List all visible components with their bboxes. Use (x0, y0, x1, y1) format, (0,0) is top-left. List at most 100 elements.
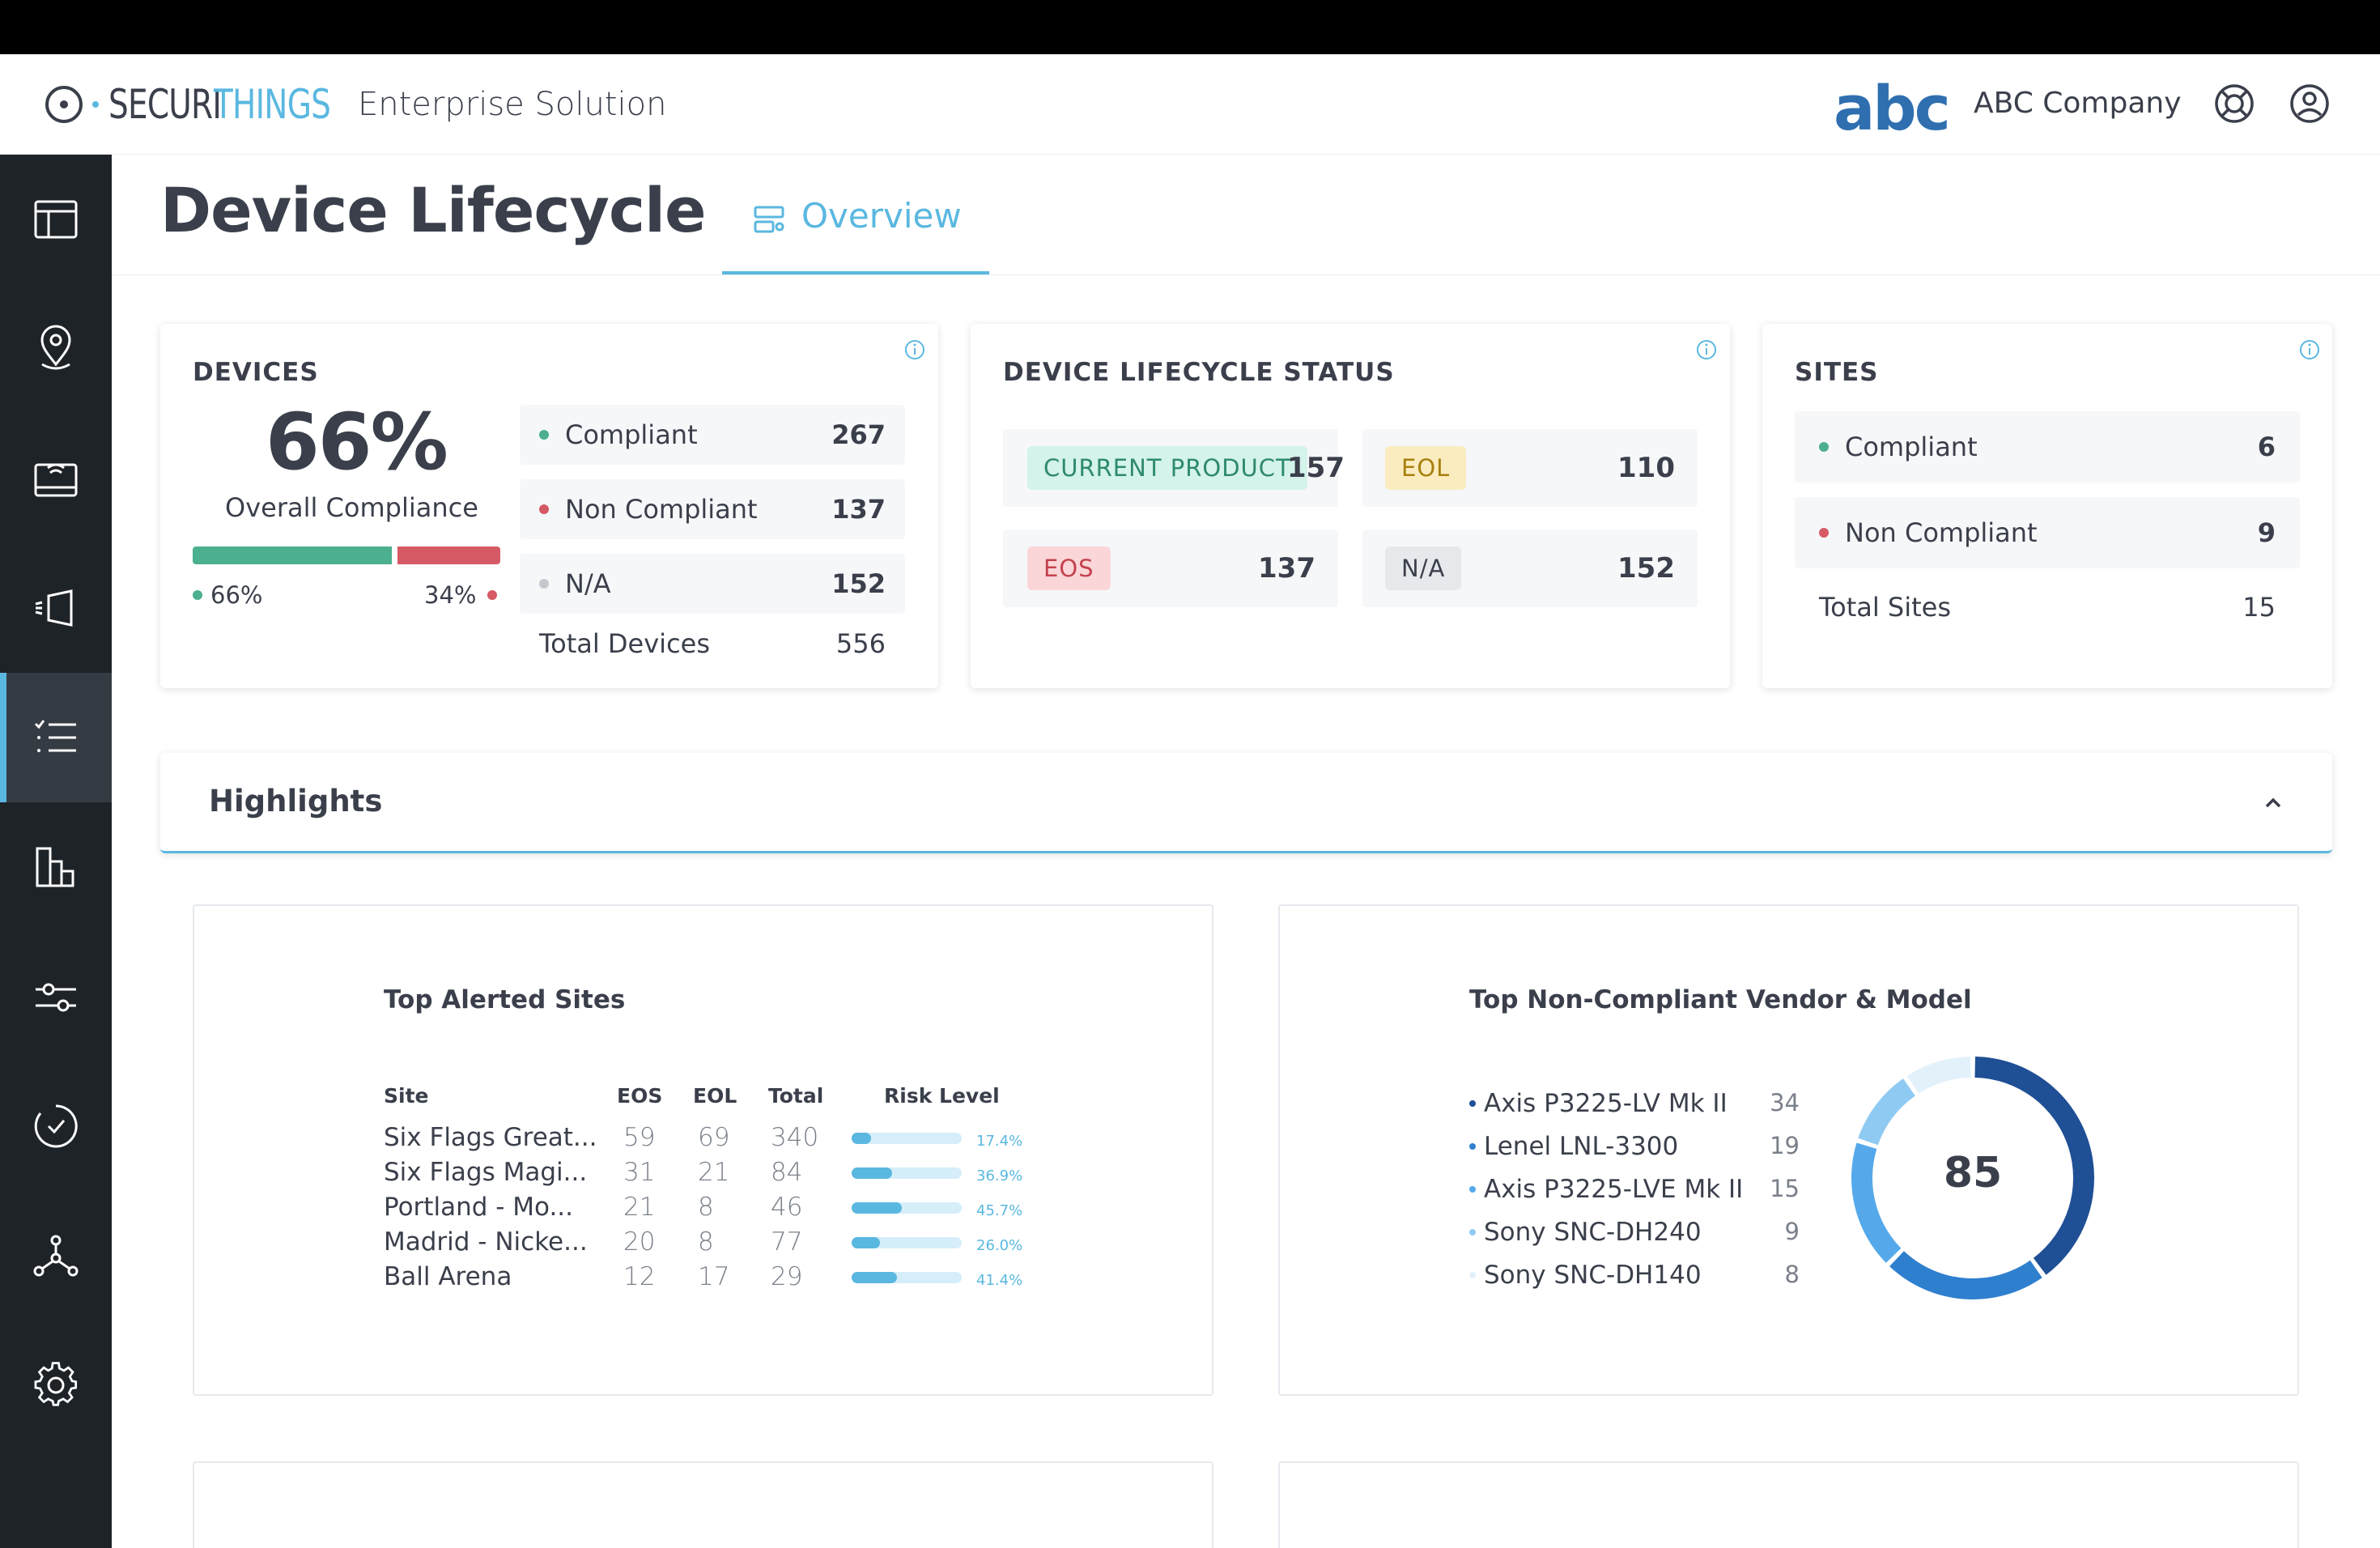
network-icon (33, 1235, 79, 1277)
compliance-bar-non-compliant (397, 546, 500, 564)
non-compliant-dot (487, 590, 498, 600)
row-label: Compliant (1845, 432, 1978, 462)
risk-bar (852, 1237, 962, 1248)
row-label: Compliant (565, 419, 698, 450)
compliant-share-label: 66% (193, 581, 262, 609)
site-name-cell: Six Flags Great... (384, 1123, 597, 1152)
eol-cell: 21 (698, 1158, 730, 1187)
tab-overview[interactable]: Overview (722, 185, 989, 275)
eos-cell: 59 (623, 1123, 656, 1152)
vendor-name: Sony SNC-DH240 (1484, 1218, 1702, 1247)
support-icon[interactable] (2212, 82, 2256, 125)
compliant-dot (193, 590, 202, 600)
device-icon (34, 463, 78, 497)
eos-cell: 20 (623, 1227, 656, 1257)
vendor-legend-item: Sony SNC-DH140 (1469, 1261, 1702, 1290)
lifecycle-item-eol[interactable]: EOL 110 (1362, 429, 1698, 507)
donut-slice (1858, 1078, 1915, 1146)
devices-total-row: Total Devices 556 (539, 623, 905, 664)
user-icon[interactable] (2288, 82, 2331, 125)
sidebar (0, 155, 112, 1548)
risk-percent-label: 26.0% (976, 1237, 1023, 1254)
sidebar-item-devices[interactable] (0, 414, 112, 543)
chevron-up-icon[interactable] (2259, 789, 2287, 816)
sidebar-item-cameras[interactable] (0, 543, 112, 673)
total-cell: 29 (771, 1262, 803, 1291)
risk-bar-fill (852, 1133, 871, 1144)
eol-cell: 17 (698, 1262, 730, 1291)
logo-wordmark: SECURI THINGS (108, 81, 343, 128)
risk-percent-label: 36.9% (976, 1167, 1023, 1184)
status-dot (1819, 528, 1829, 538)
sites-card: SITES Compliant 6 Non Compliant 9 Total … (1762, 324, 2332, 688)
sidebar-item-dashboard[interactable] (0, 155, 112, 284)
highlight-panel-4 (1278, 1461, 2299, 1548)
devices-row-compliant[interactable]: Compliant 267 (520, 405, 905, 465)
vendor-name: Axis P3225-LVE Mk II (1484, 1175, 1744, 1204)
vendor-count: 15 (1770, 1175, 1800, 1202)
compliant-share-value: 66% (210, 581, 263, 609)
lifecycle-item-current-product[interactable]: CURRENT PRODUCT 157 (1003, 429, 1345, 507)
eol-cell: 69 (698, 1123, 730, 1152)
sites-card-title: SITES (1795, 358, 1879, 387)
checklist-icon (34, 720, 76, 752)
row-value: 152 (831, 568, 886, 599)
top-non-compliant-vendor-panel: Top Non-Compliant Vendor & Model Axis P3… (1278, 904, 2299, 1396)
row-value: 137 (831, 494, 886, 525)
sidebar-item-lifecycle[interactable] (0, 673, 112, 802)
site-name-cell: Portland - Mo... (384, 1193, 574, 1222)
risk-percent-label: 41.4% (976, 1272, 1023, 1289)
risk-bar (852, 1202, 962, 1214)
logo-text-things: THINGS (214, 81, 331, 128)
sites-row-non-compliant[interactable]: Non Compliant 9 (1795, 497, 2300, 568)
company-name[interactable]: ABC Company (1974, 87, 2182, 120)
sidebar-item-reports[interactable] (0, 802, 112, 932)
logo-mark-icon (45, 86, 83, 123)
column-header-total: Total (768, 1084, 824, 1108)
sites-row-compliant[interactable]: Compliant 6 (1795, 411, 2300, 483)
top-alerted-sites-panel: Top Alerted Sites Site EOS EOL Total Ris… (193, 904, 1213, 1396)
lifecycle-item-na[interactable]: N/A 152 (1362, 529, 1698, 607)
legend-dot (1469, 1229, 1476, 1235)
lifecycle-badge: CURRENT PRODUCT (1027, 446, 1307, 490)
total-sites-label: Total Sites (1819, 592, 1952, 623)
status-dot (1819, 442, 1829, 452)
overview-icon (754, 206, 784, 233)
total-devices-label: Total Devices (539, 628, 711, 659)
column-header-risk-level: Risk Level (884, 1084, 1000, 1108)
info-icon[interactable] (903, 338, 926, 361)
highlights-title: Highlights (209, 784, 383, 819)
gear-icon (34, 1362, 78, 1406)
info-icon[interactable] (2298, 338, 2321, 361)
total-cell: 84 (771, 1158, 803, 1187)
eol-cell: 8 (698, 1193, 714, 1222)
devices-row-na[interactable]: N/A 152 (520, 554, 905, 614)
vendor-legend-item: Axis P3225-LVE Mk II (1469, 1175, 1743, 1204)
sidebar-item-settings-filters[interactable] (0, 932, 112, 1061)
legend-dot (1469, 1100, 1476, 1107)
logo-text-securi: SECURI (108, 81, 222, 128)
lifecycle-item-eos[interactable]: EOS 137 (1003, 529, 1338, 607)
sidebar-item-settings[interactable] (0, 1320, 112, 1450)
sidebar-item-sites[interactable] (0, 284, 112, 414)
vendor-count: 34 (1770, 1089, 1800, 1116)
site-name-cell: Madrid - Nicke... (384, 1227, 588, 1257)
info-icon[interactable] (1695, 338, 1718, 361)
lifecycle-value: 110 (1617, 452, 1675, 484)
devices-row-non-compliant[interactable]: Non Compliant 137 (520, 479, 905, 539)
app-logo[interactable]: SECURI THINGS Enterprise Solution (45, 79, 666, 130)
sidebar-item-network[interactable] (0, 1191, 112, 1320)
lifecycle-badge: N/A (1385, 546, 1462, 590)
sidebar-item-tasks[interactable] (0, 1061, 112, 1191)
lifecycle-value: 152 (1617, 552, 1675, 585)
vendor-name: Axis P3225-LV Mk II (1484, 1089, 1728, 1118)
highlights-section-header[interactable]: Highlights (160, 753, 2332, 853)
lifecycle-badge: EOS (1027, 546, 1111, 590)
product-name: Enterprise Solution (358, 86, 667, 123)
overall-compliance-label: Overall Compliance (225, 492, 478, 523)
risk-bar (852, 1167, 962, 1179)
overall-compliance-percent: 66% (266, 397, 448, 487)
legend-dot (1469, 1143, 1476, 1150)
risk-bar-fill (852, 1202, 903, 1214)
non-compliant-share-label: 34% (424, 581, 498, 609)
